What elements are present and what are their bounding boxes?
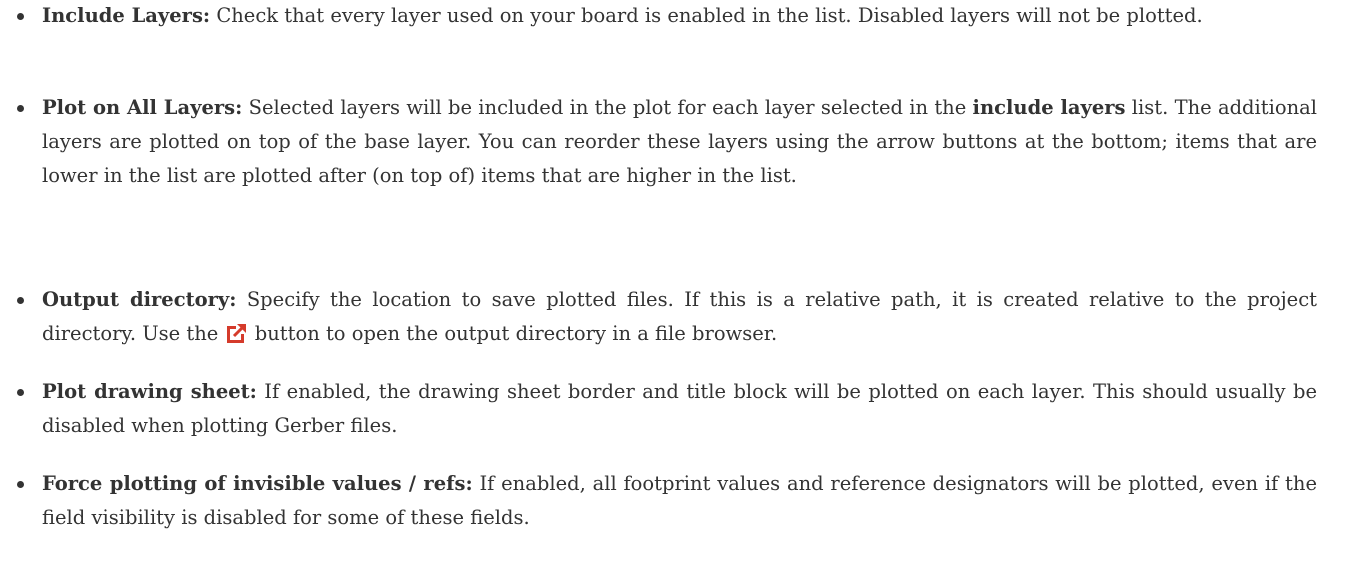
term-include-layers: Include Layers:	[42, 4, 211, 27]
list-item-text: Output directory: Specify the location t…	[42, 283, 1317, 351]
list-item-text: Plot drawing sheet: If enabled, the draw…	[42, 375, 1317, 443]
term-plot-drawing-sheet: Plot drawing sheet:	[42, 380, 257, 403]
list-item-output-directory: Output directory: Specify the location t…	[0, 283, 1346, 351]
term-force-plotting: Force plotting of invisible values / ref…	[42, 472, 473, 495]
list-item-text: Include Layers: Check that every layer u…	[42, 0, 1317, 33]
desc-plot-on-all-layers-a: Selected layers will be included in the …	[242, 96, 973, 119]
list-item-force-plotting: Force plotting of invisible values / ref…	[0, 467, 1346, 535]
list-item-text: Plot on All Layers: Selected layers will…	[42, 91, 1317, 193]
document-body: Include Layers: Check that every layer u…	[0, 0, 1346, 578]
list-item-plot-on-all-layers: Plot on All Layers: Selected layers will…	[0, 91, 1346, 193]
term-output-directory: Output directory:	[42, 288, 237, 311]
bullet-icon	[17, 297, 24, 304]
desc-output-directory-b: button to open the output directory in a…	[248, 322, 778, 345]
bullet-icon	[17, 389, 24, 396]
list-item-include-layers: Include Layers: Check that every layer u…	[0, 0, 1346, 33]
bullet-icon	[17, 13, 24, 20]
desc-include-layers: Check that every layer used on your boar…	[210, 4, 1203, 27]
ref-include-layers: include layers	[972, 96, 1126, 119]
bullet-icon	[17, 481, 24, 488]
term-plot-on-all-layers: Plot on All Layers:	[42, 96, 243, 119]
list-item-plot-drawing-sheet: Plot drawing sheet: If enabled, the draw…	[0, 375, 1346, 443]
list-item-text: Force plotting of invisible values / ref…	[42, 467, 1317, 535]
bullet-icon	[17, 105, 24, 112]
open-external-icon	[226, 323, 247, 343]
